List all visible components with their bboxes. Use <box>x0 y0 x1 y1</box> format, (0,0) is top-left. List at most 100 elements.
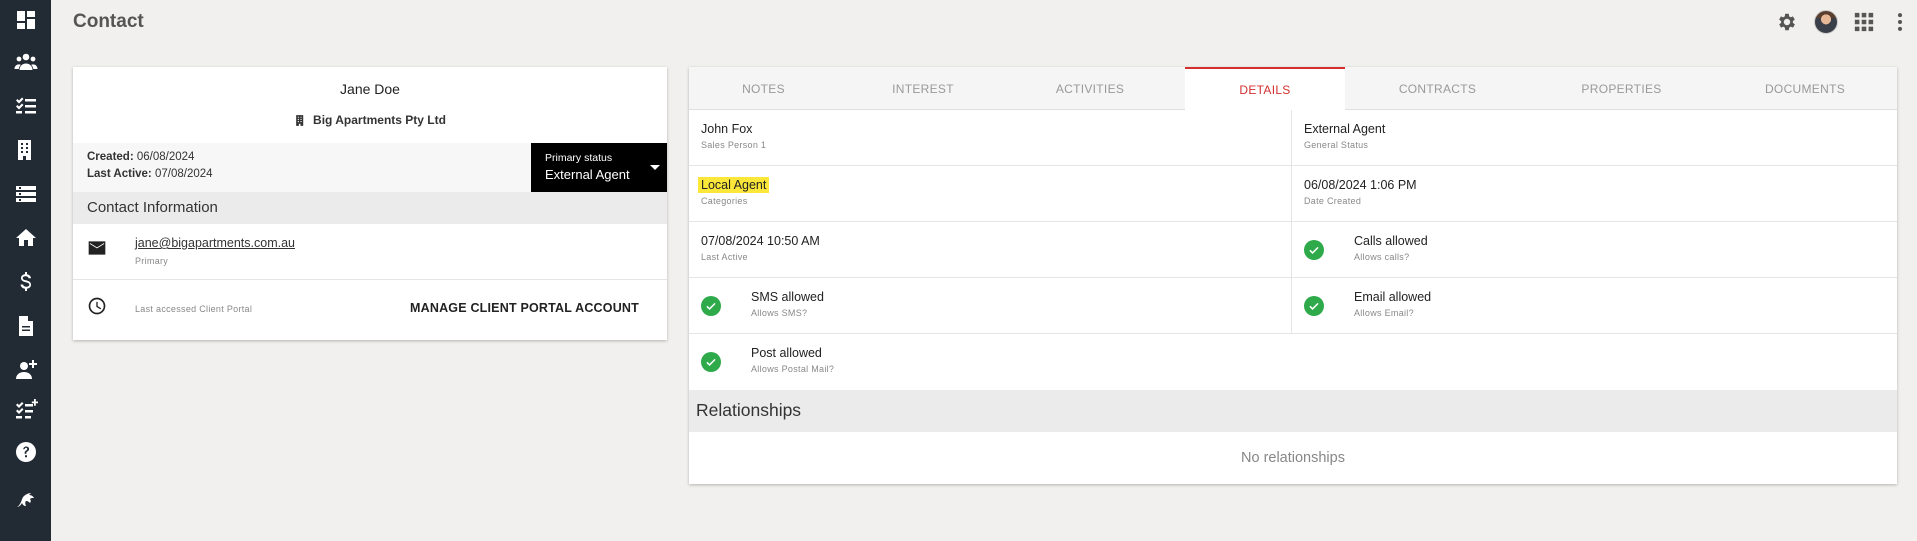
clock-icon <box>87 296 107 316</box>
document-icon <box>18 316 33 336</box>
email-allowed-value: Email allowed <box>1354 290 1432 304</box>
apps-grid-icon <box>1854 12 1874 32</box>
sales-person-field: John Fox Sales Person 1 <box>689 110 1291 166</box>
tab-interest[interactable]: INTEREST <box>838 67 1008 110</box>
calls-allowed-value: Calls allowed <box>1354 234 1428 248</box>
check-circle-icon <box>1304 296 1324 316</box>
sidebar-item-contacts[interactable] <box>0 44 51 80</box>
tab-activities[interactable]: ACTIVITIES <box>1008 67 1172 110</box>
last-active-detail-label: Last Active <box>701 252 748 262</box>
date-created-value: 06/08/2024 1:06 PM <box>1304 178 1417 192</box>
building-icon <box>296 114 304 126</box>
sidebar-item-finance[interactable] <box>0 264 51 300</box>
sidebar-item-properties[interactable] <box>0 220 51 256</box>
sidebar-item-lists[interactable] <box>0 176 51 212</box>
email-row: jane@bigapartments.com.au Primary <box>73 224 667 280</box>
general-status-label: General Status <box>1304 140 1369 150</box>
tab-documents[interactable]: DOCUMENTS <box>1713 67 1897 110</box>
page-title: Contact <box>73 11 144 32</box>
avatar <box>1814 10 1838 34</box>
check-circle-icon <box>1304 240 1324 260</box>
primary-status-value: External Agent <box>545 167 630 182</box>
dashboard-icon <box>16 11 35 29</box>
relationships-empty-message: No relationships <box>1241 450 1345 466</box>
contact-info-header: Contact Information <box>73 192 667 224</box>
date-created-field: 06/08/2024 1:06 PM Date Created <box>1292 166 1897 222</box>
categories-field: Local Agent Categories <box>689 166 1291 222</box>
last-active-detail-value: 07/08/2024 10:50 AM <box>701 234 820 248</box>
company-name: Big Apartments Pty Ltd <box>313 113 446 127</box>
relationships-header: Relationships <box>689 390 1897 432</box>
list-icon <box>15 186 36 202</box>
settings-button[interactable] <box>1775 10 1799 34</box>
sidebar-item-add-contact[interactable] <box>0 352 51 388</box>
sales-person-label: Sales Person 1 <box>701 140 767 150</box>
logo-icon <box>16 493 34 507</box>
home-icon <box>15 229 36 246</box>
more-vertical-icon <box>1897 13 1903 31</box>
sidebar-item-help[interactable] <box>0 434 51 470</box>
help-icon <box>15 442 36 462</box>
post-allowed-label: Allows Postal Mail? <box>751 364 835 374</box>
general-status-value: External Agent <box>1304 122 1386 136</box>
post-allowed-field: Post allowed Allows Postal Mail? <box>689 334 1897 390</box>
tasks-icon <box>15 97 36 114</box>
people-icon <box>14 53 37 70</box>
add-person-icon <box>15 360 37 379</box>
last-active-field: 07/08/2024 10:50 AM Last Active <box>689 222 1291 278</box>
email-allowed-label: Allows Email? <box>1354 308 1414 318</box>
created-line: Created: 06/08/2024 <box>87 151 194 163</box>
company-link[interactable]: Big Apartments Pty Ltd <box>73 113 667 127</box>
tab-bar: NOTES INTEREST ACTIVITIES DETAILS CONTRA… <box>689 67 1897 110</box>
sidebar-item-add-task[interactable] <box>0 392 51 428</box>
categories-value: Local Agent <box>698 177 770 193</box>
contact-summary-card: Jane Doe Big Apartments Pty Ltd Created:… <box>73 67 667 340</box>
primary-status-dropdown[interactable]: Primary status External Agent <box>531 143 667 192</box>
sidebar-item-tasks[interactable] <box>0 88 51 124</box>
sms-allowed-label: Allows SMS? <box>751 308 808 318</box>
general-status-field: External Agent General Status <box>1292 110 1897 166</box>
categories-label: Categories <box>701 196 748 206</box>
add-task-icon <box>15 399 38 419</box>
post-allowed-value: Post allowed <box>751 346 822 360</box>
date-created-label: Date Created <box>1304 196 1362 206</box>
tab-details[interactable]: DETAILS <box>1185 67 1345 110</box>
gear-icon <box>1779 13 1795 31</box>
sidebar-item-dashboard[interactable] <box>0 2 51 38</box>
contact-name: Jane Doe <box>340 81 400 97</box>
check-circle-icon <box>701 352 721 372</box>
portal-last-accessed-label: Last accessed Client Portal <box>135 304 253 314</box>
primary-status-label: Primary status <box>545 152 613 164</box>
sidebar-item-documents[interactable] <box>0 308 51 344</box>
sidebar-item-companies[interactable] <box>0 132 51 168</box>
building-icon <box>17 140 31 160</box>
category-tag: Local Agent <box>698 177 770 193</box>
sidebar <box>0 0 51 541</box>
last-active-value: 07/08/2024 <box>154 168 213 180</box>
check-circle-icon <box>701 296 721 316</box>
tab-contracts[interactable]: CONTRACTS <box>1345 67 1530 110</box>
sms-allowed-field: SMS allowed Allows SMS? <box>689 278 1291 334</box>
email-link[interactable]: jane@bigapartments.com.au <box>135 236 295 250</box>
more-menu-button[interactable] <box>1888 10 1912 34</box>
created-value: 06/08/2024 <box>136 151 195 163</box>
manage-client-portal-button[interactable]: MANAGE CLIENT PORTAL ACCOUNT <box>410 301 639 315</box>
last-active-label: Last Active: <box>87 168 152 180</box>
calls-allowed-field: Calls allowed Allows calls? <box>1292 222 1897 278</box>
user-avatar-button[interactable] <box>1814 10 1838 34</box>
contact-details-card: NOTES INTEREST ACTIVITIES DETAILS CONTRA… <box>689 67 1897 484</box>
sales-person-value: John Fox <box>701 122 753 136</box>
tab-properties[interactable]: PROPERTIES <box>1530 67 1713 110</box>
last-active-line: Last Active: 07/08/2024 <box>87 168 213 180</box>
sms-allowed-value: SMS allowed <box>751 290 824 304</box>
client-portal-row: Last accessed Client Portal MANAGE CLIEN… <box>73 280 667 340</box>
apps-button[interactable] <box>1852 10 1876 34</box>
email-icon <box>87 238 107 258</box>
sidebar-item-logo[interactable] <box>0 481 51 517</box>
email-type-label: Primary <box>135 256 169 266</box>
created-label: Created: <box>87 151 134 163</box>
caret-down-icon <box>650 165 660 170</box>
tab-notes[interactable]: NOTES <box>689 67 838 110</box>
dollar-icon <box>20 272 31 291</box>
email-allowed-field: Email allowed Allows Email? <box>1292 278 1897 334</box>
